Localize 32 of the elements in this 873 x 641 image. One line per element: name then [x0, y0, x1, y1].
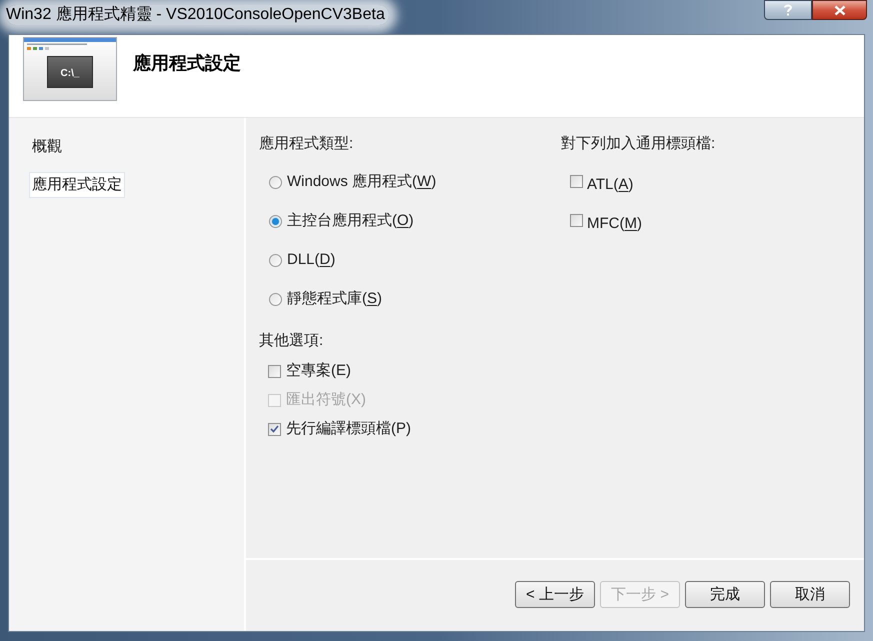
wizard-button[interactable]: 取消 — [770, 581, 850, 608]
section-heading: 對下列加入通用標頭檔: — [561, 134, 716, 154]
window-title: Win32 應用程式精靈 - VS2010ConsoleOpenCV3Beta — [6, 5, 389, 25]
close-icon — [834, 4, 846, 16]
wizard-button[interactable]: < 上一步 — [515, 581, 595, 608]
checkbox[interactable] — [570, 175, 583, 188]
radio-label: DLL(D) — [287, 250, 336, 270]
checkbox[interactable] — [268, 364, 281, 378]
checkbox-label: ATL(A) — [587, 175, 634, 195]
section-heading: 應用程式類型: — [259, 134, 354, 154]
section-heading: 其他選項: — [259, 331, 324, 351]
help-icon — [784, 4, 792, 16]
radio-label: 主控台應用程式(O) — [287, 211, 414, 231]
radio-button[interactable] — [269, 176, 282, 188]
sidebar-item[interactable]: 應用程式設定 — [29, 172, 125, 198]
wizard-button[interactable]: 完成 — [685, 581, 765, 608]
radio-button[interactable] — [269, 254, 282, 266]
radio-button[interactable] — [269, 292, 282, 306]
help-button[interactable] — [764, 0, 812, 20]
checkbox-label: MFC(M) — [587, 214, 642, 234]
checkbox[interactable] — [570, 214, 583, 227]
radio-label: Windows 應用程式(W) — [287, 172, 436, 192]
checkbox-label: 先行編譯標頭檔(P) — [286, 419, 411, 439]
checkbox-label: 匯出符號(X) — [286, 390, 366, 410]
sidebar-item[interactable]: 概觀 — [29, 134, 65, 160]
close-button[interactable] — [812, 0, 867, 20]
checkbox[interactable] — [268, 422, 281, 436]
console-prompt-text: C:\_ — [60, 68, 80, 80]
radio-label: 靜態程式庫(S) — [287, 289, 382, 309]
radio-button[interactable] — [269, 214, 282, 228]
page-title: 應用程式設定 — [133, 52, 241, 75]
checkbox-label: 空專案(E) — [286, 361, 351, 381]
